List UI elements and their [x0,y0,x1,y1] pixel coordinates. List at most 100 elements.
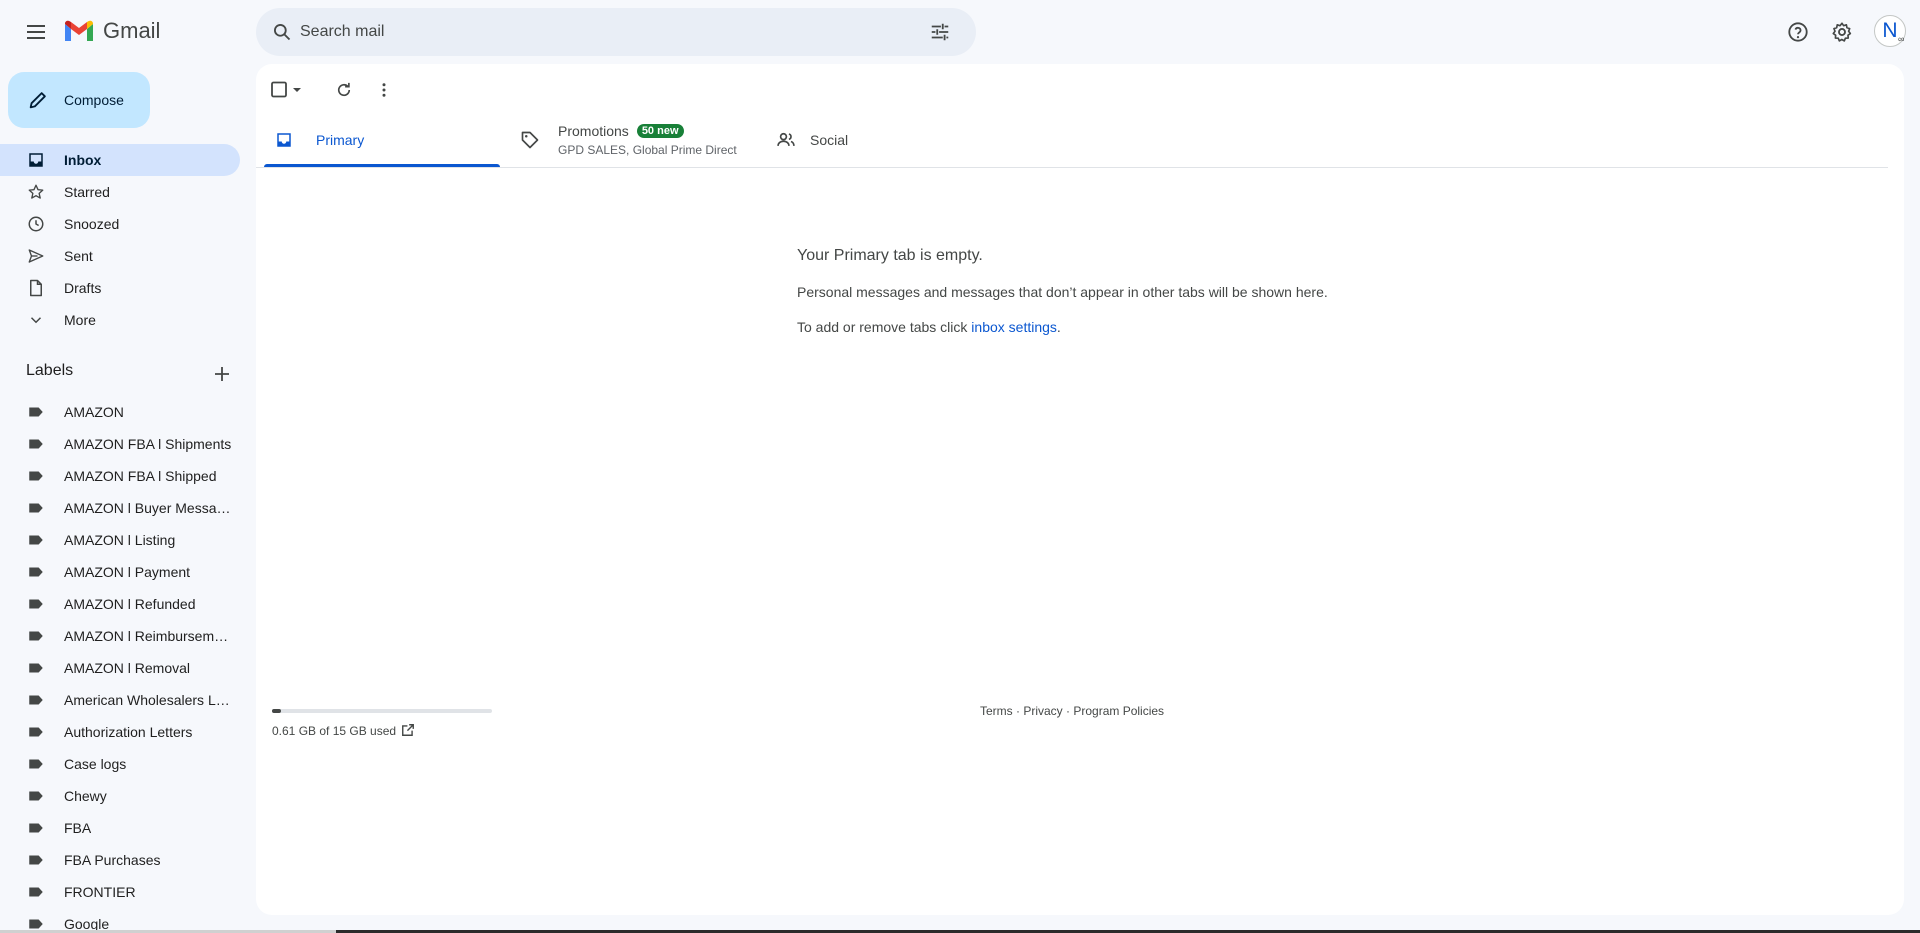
label-item[interactable]: AMAZON l Listing [0,524,240,556]
settings-hint-prefix: To add or remove tabs click [797,319,972,335]
more-vert-icon [382,83,386,97]
label-icon [26,850,46,870]
search-input[interactable] [300,18,860,46]
storage-usage-bar [272,709,492,713]
privacy-link[interactable]: Privacy [1023,704,1062,718]
main-menu-button[interactable] [16,12,56,52]
label-item[interactable]: AMAZON l Buyer Messages [0,492,240,524]
tab-promotions-label: Promotions [558,123,629,139]
search-bar[interactable] [256,8,976,56]
label-item-text: FBA [64,820,92,836]
tab-social-label: Social [810,132,849,148]
help-icon [1788,22,1808,42]
tab-promotions-senders: GPD SALES, Global Prime Direct [558,143,737,157]
label-item[interactable]: FRONTIER [0,876,240,908]
sidebar-item-sent[interactable]: Sent [0,240,240,272]
settings-hint-suffix: . [1056,319,1061,335]
open-in-new-icon [402,724,414,736]
gmail-m-icon [65,20,93,41]
main-panel: Primary Promotions 50 new GPD SALES, Glo… [256,64,1904,915]
label-item-text: AMAZON l Refunded [64,596,196,612]
gmail-logo[interactable]: Gmail [63,18,160,44]
search-options-button[interactable] [924,16,956,48]
compose-button[interactable]: Compose [8,72,150,128]
sidebar-item-inbox[interactable]: Inbox [0,144,240,176]
gear-icon [1832,22,1852,42]
label-icon [26,562,46,582]
sidebar-item-starred[interactable]: Starred [0,176,240,208]
label-icon [26,626,46,646]
label-item-text: AMAZON FBA l Shipped [64,468,217,484]
sidebar-item-drafts[interactable]: Drafts [0,272,240,304]
new-count-badge: 50 new [636,124,684,138]
label-icon [26,498,46,518]
manage-storage-button[interactable] [398,720,418,740]
compose-label: Compose [64,92,124,108]
tab-social[interactable]: Social [776,112,1012,168]
label-item[interactable]: FBA Purchases [0,844,240,876]
label-item[interactable]: AMAZON l Payment [0,556,240,588]
label-item[interactable]: American Wholesalers LLC [0,684,240,716]
sidebar-item-label: Inbox [64,152,102,168]
label-icon [26,754,46,774]
top-header: Gmail N ∞ [0,0,1920,64]
footer-separator: · [1062,704,1074,718]
label-item[interactable]: AMAZON l Reimbursement [0,620,240,652]
account-badge-icon: ∞ [1898,34,1905,44]
tab-promotions[interactable]: Promotions 50 new GPD SALES, Global Prim… [520,112,756,168]
sidebar-item-label: More [64,312,96,328]
refresh-button[interactable] [328,74,360,106]
label-item[interactable]: Chewy [0,780,240,812]
support-button[interactable] [1778,12,1818,52]
sidebar-item-label: Drafts [64,280,102,296]
label-item-text: AMAZON l Reimbursement [64,628,232,644]
more-options-button[interactable] [368,74,400,106]
labels-heading: Labels [26,362,74,379]
label-icon [26,530,46,550]
label-item-text: AMAZON l Removal [64,660,191,676]
tabs-divider [256,167,1888,168]
label-item[interactable]: Case logs [0,748,240,780]
label-item[interactable]: FBA [0,812,240,844]
label-icon [26,818,46,838]
people-icon [776,130,796,150]
chevron-down-icon [26,310,46,330]
label-item-text: AMAZON [64,404,124,420]
create-label-button[interactable] [206,360,238,388]
program-policies-link[interactable]: Program Policies [1073,704,1164,718]
checkbox-icon [271,81,301,98]
label-item-text: AMAZON l Buyer Messages [64,500,232,516]
search-icon [274,24,291,41]
sidebar-item-more[interactable]: More [0,304,240,336]
send-icon [26,246,46,266]
label-item[interactable]: AMAZON FBA l Shipped [0,460,240,492]
footer-links: Terms · Privacy · Program Policies [980,704,1164,718]
app-name: Gmail [103,18,161,43]
label-icon [26,722,46,742]
settings-button[interactable] [1822,12,1862,52]
pencil-icon [26,88,50,112]
label-item-text: Authorization Letters [64,724,193,740]
refresh-icon [337,82,351,97]
inbox-settings-link[interactable]: inbox settings [971,319,1057,335]
terms-link[interactable]: Terms [980,704,1013,718]
label-icon [26,882,46,902]
label-icon [26,434,46,454]
clock-icon [26,214,46,234]
footer-separator: · [1012,704,1024,718]
label-item-text: American Wholesalers LLC [64,692,232,708]
label-icon [26,658,46,678]
label-item[interactable]: AMAZON l Removal [0,652,240,684]
sidebar-item-snoozed[interactable]: Snoozed [0,208,240,240]
label-item[interactable]: AMAZON l Refunded [0,588,240,620]
tab-primary[interactable]: Primary [264,112,500,168]
label-item[interactable]: AMAZON [0,396,240,428]
label-item[interactable]: Authorization Letters [0,716,240,748]
tune-icon [931,23,949,41]
tab-primary-label: Primary [316,132,365,148]
sidebar-item-label: Starred [64,184,110,200]
label-item[interactable]: AMAZON FBA l Shipments [0,428,240,460]
label-item-text: AMAZON l Payment [64,564,191,580]
search-button[interactable] [266,16,298,48]
select-all-checkbox[interactable] [268,74,308,106]
